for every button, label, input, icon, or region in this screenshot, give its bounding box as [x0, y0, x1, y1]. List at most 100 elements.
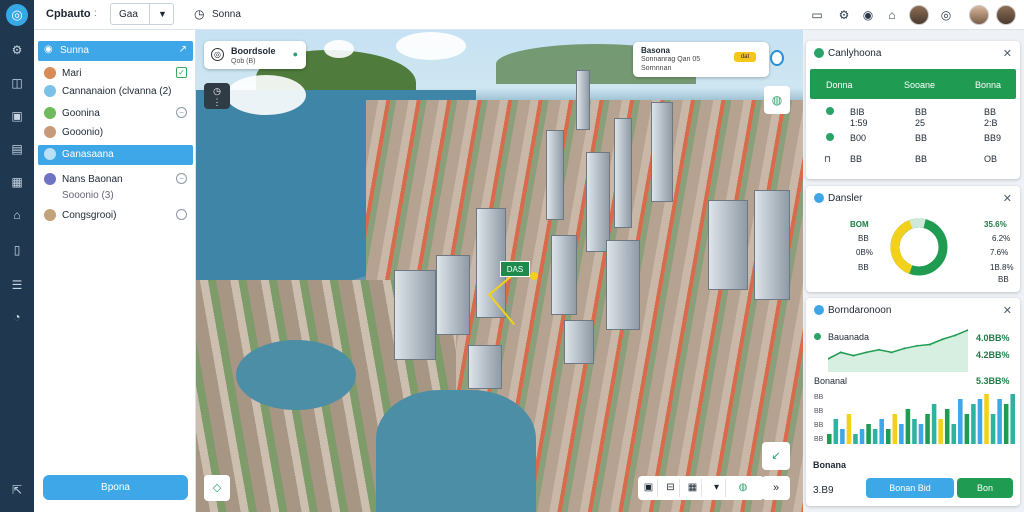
layer-item[interactable]: Goonina − [38, 104, 193, 124]
bar [866, 424, 871, 444]
layer-checkbox[interactable]: − [176, 107, 187, 118]
tab-select-value: Gaa [119, 9, 138, 20]
help-circle-icon[interactable]: ◎ [937, 6, 955, 24]
calendar-icon[interactable]: ▦ [9, 174, 25, 190]
bar [951, 424, 957, 444]
layer-item[interactable]: Gooonio) [38, 123, 193, 143]
bar [964, 414, 970, 444]
chevron-down-icon[interactable]: ▼ [149, 4, 175, 24]
bar [905, 409, 911, 444]
avatar[interactable] [909, 5, 929, 25]
layer-checkbox[interactable]: ✓ [176, 67, 187, 78]
close-icon[interactable]: ✕ [1003, 304, 1012, 317]
bar [938, 419, 943, 444]
document-icon[interactable]: ▯ [9, 242, 25, 258]
secondary-action-button[interactable]: Bon [957, 478, 1013, 498]
line-point [839, 351, 842, 354]
checklist-icon[interactable]: ☰ [9, 277, 25, 293]
close-icon[interactable]: ✕ [1003, 192, 1012, 205]
distribution-label: 1B.8% [990, 263, 1014, 272]
search-ring-icon[interactable] [770, 50, 784, 66]
settings-icon[interactable]: ⚙ [9, 42, 25, 58]
notification-icon[interactable]: ◉ [859, 6, 877, 24]
help-icon[interactable]: ◔ [9, 309, 25, 325]
bar [892, 414, 898, 444]
settings-gear-icon[interactable]: ⚙ [835, 6, 853, 24]
bar [1003, 404, 1009, 444]
inbox-icon[interactable]: ▣ [9, 108, 25, 124]
table-row[interactable]: ⊓ BB BB OB [810, 154, 1016, 167]
layer-icon [44, 173, 56, 185]
map-tower [754, 190, 790, 300]
alert-line: Sonnanrag Qan 05 [641, 56, 701, 63]
trend-panel: Borndaronoon ✕ Bauanada 4.0BB% 4.2BB% Bo… [806, 298, 1020, 506]
donut-chart[interactable] [887, 215, 951, 279]
fullscreen-button[interactable]: » [762, 476, 790, 500]
layer-item[interactable]: Cannanaion (clvanna (2) [38, 82, 193, 102]
pin-icon[interactable]: ● [293, 49, 298, 59]
chart-icon[interactable]: ▤ [9, 141, 25, 157]
alert-card[interactable]: Basona Sonnanrag Qan 05 Sornnnan dat [633, 42, 769, 77]
location-subtitle: Qob (B) [231, 58, 256, 65]
logo-icon[interactable]: ◎ [6, 4, 28, 26]
y-tick: BB [814, 394, 824, 401]
distribution-label: 6.2% [992, 234, 1011, 243]
series-b-label: Bonanal [814, 376, 848, 386]
table-row[interactable]: B00 BB BB9 [810, 133, 1016, 146]
grid-icon[interactable]: ▦ [684, 479, 702, 497]
navigation-button[interactable]: ↙ [762, 442, 790, 470]
layer-checkbox[interactable] [176, 209, 187, 220]
home-icon[interactable]: ⌂ [9, 207, 25, 223]
title-separator: : [94, 8, 97, 19]
expand-icon[interactable]: ↗ [179, 44, 187, 55]
scene-label[interactable]: Sonna [212, 9, 241, 20]
y-tick: BB [814, 422, 824, 429]
poi-button[interactable]: ◍ [764, 86, 790, 114]
bar-chart[interactable] [826, 394, 1016, 444]
car-icon[interactable]: ⊟ [662, 479, 680, 497]
chevron-down-icon[interactable]: ▾ [708, 479, 726, 497]
map-cloud [226, 75, 306, 115]
layer-checkbox[interactable]: − [176, 173, 187, 184]
layer-item-active[interactable]: Ganasaana [38, 145, 193, 165]
layer-item[interactable]: Mari ✓ [38, 64, 193, 84]
locate-button[interactable]: ◇ [204, 475, 230, 501]
bar [859, 429, 865, 444]
footer-label: Bonana [813, 460, 847, 470]
message-icon[interactable]: ▭ [808, 6, 826, 24]
avatar-user[interactable] [996, 5, 1016, 25]
lock-icon[interactable]: ⌂ [883, 6, 901, 24]
map-location-label[interactable]: DAS [500, 261, 530, 277]
primary-action-button[interactable]: Bonan Bid [866, 478, 954, 498]
export-icon[interactable]: ⇱ [9, 482, 25, 498]
map-view[interactable]: ◎ Boordsole Qob (B) ● ◷ ⋮ Basona Sonnanra… [196, 30, 803, 512]
camera-icon[interactable]: ▣ [640, 479, 658, 497]
apply-button[interactable]: Bpona [43, 475, 188, 500]
line-point [928, 343, 931, 346]
bar [990, 414, 996, 444]
table-row[interactable]: 1:59 25 2:B [810, 118, 1016, 131]
avatar-secondary[interactable] [969, 5, 989, 25]
layer-icon [44, 126, 56, 138]
map-mode-icon[interactable]: ◍ [734, 479, 752, 497]
bar [931, 404, 937, 444]
bar [853, 434, 858, 444]
layer-item[interactable]: Congsgrooi) [38, 206, 193, 226]
filter-icon[interactable]: ⊓ [824, 154, 831, 165]
route-pin-icon[interactable] [530, 272, 538, 280]
bar [971, 404, 976, 444]
line-point [916, 344, 919, 347]
stats-table-header: Donna Sooane Bonna [810, 69, 1016, 99]
location-info-card[interactable]: ◎ Boordsole Qob (B) ● [204, 41, 306, 69]
layers-icon[interactable]: ◫ [9, 75, 25, 91]
layer-toggle-button[interactable]: ◷ ⋮ [204, 83, 230, 109]
pin-icon: ◉ [44, 44, 53, 55]
tab-select[interactable]: Gaa ▼ [110, 3, 174, 25]
bar [885, 429, 891, 444]
layers-header[interactable]: ◉ Sunna ↗ [38, 41, 193, 61]
line-chart[interactable] [828, 328, 968, 372]
layer-label: Gooonio) [62, 127, 104, 138]
clock-icon[interactable]: ◷ [194, 7, 204, 21]
close-icon[interactable]: ✕ [1003, 47, 1012, 60]
bar [833, 419, 839, 444]
